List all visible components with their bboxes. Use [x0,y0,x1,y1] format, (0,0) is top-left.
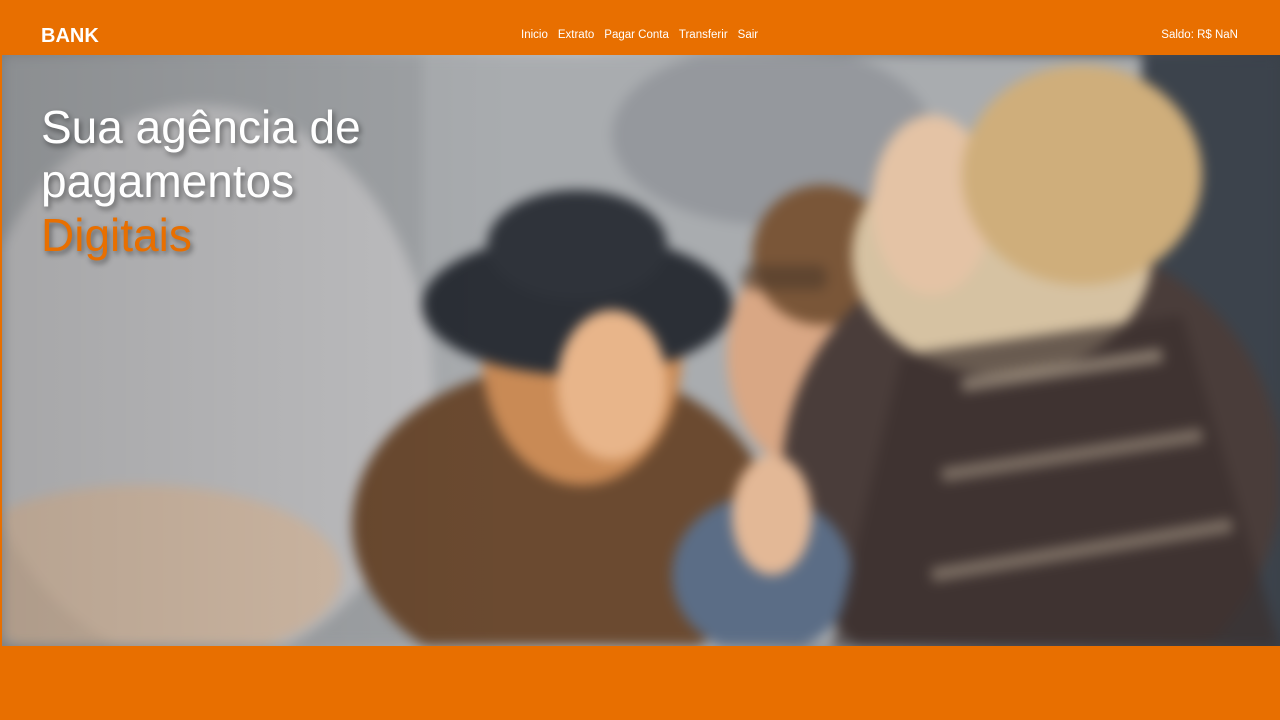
nav-link-sair[interactable]: Sair [738,28,758,43]
hero-title-line2: pagamentos [41,155,295,207]
balance-display: Saldo: R$ NaN [1161,29,1238,41]
nav-link-pagar-conta[interactable]: Pagar Conta [604,28,669,43]
hero-title: Sua agência de pagamentos Digitais [41,100,361,262]
nav-link-transferir[interactable]: Transferir [679,28,728,43]
nav-link-extrato[interactable]: Extrato [558,28,594,43]
brand-logo[interactable]: BANK [41,24,99,48]
hero-banner: Sua agência de pagamentos Digitais [2,55,1280,646]
nav-link-inicio[interactable]: Inicio [521,28,548,43]
hero-title-accent: Digitais [41,209,192,261]
hero-title-line1: Sua agência de [41,101,361,153]
footer-band [0,646,1280,720]
nav-links: Inicio Extrato Pagar Conta Transferir Sa… [521,28,768,43]
top-navbar: BANK Inicio Extrato Pagar Conta Transfer… [0,0,1280,55]
